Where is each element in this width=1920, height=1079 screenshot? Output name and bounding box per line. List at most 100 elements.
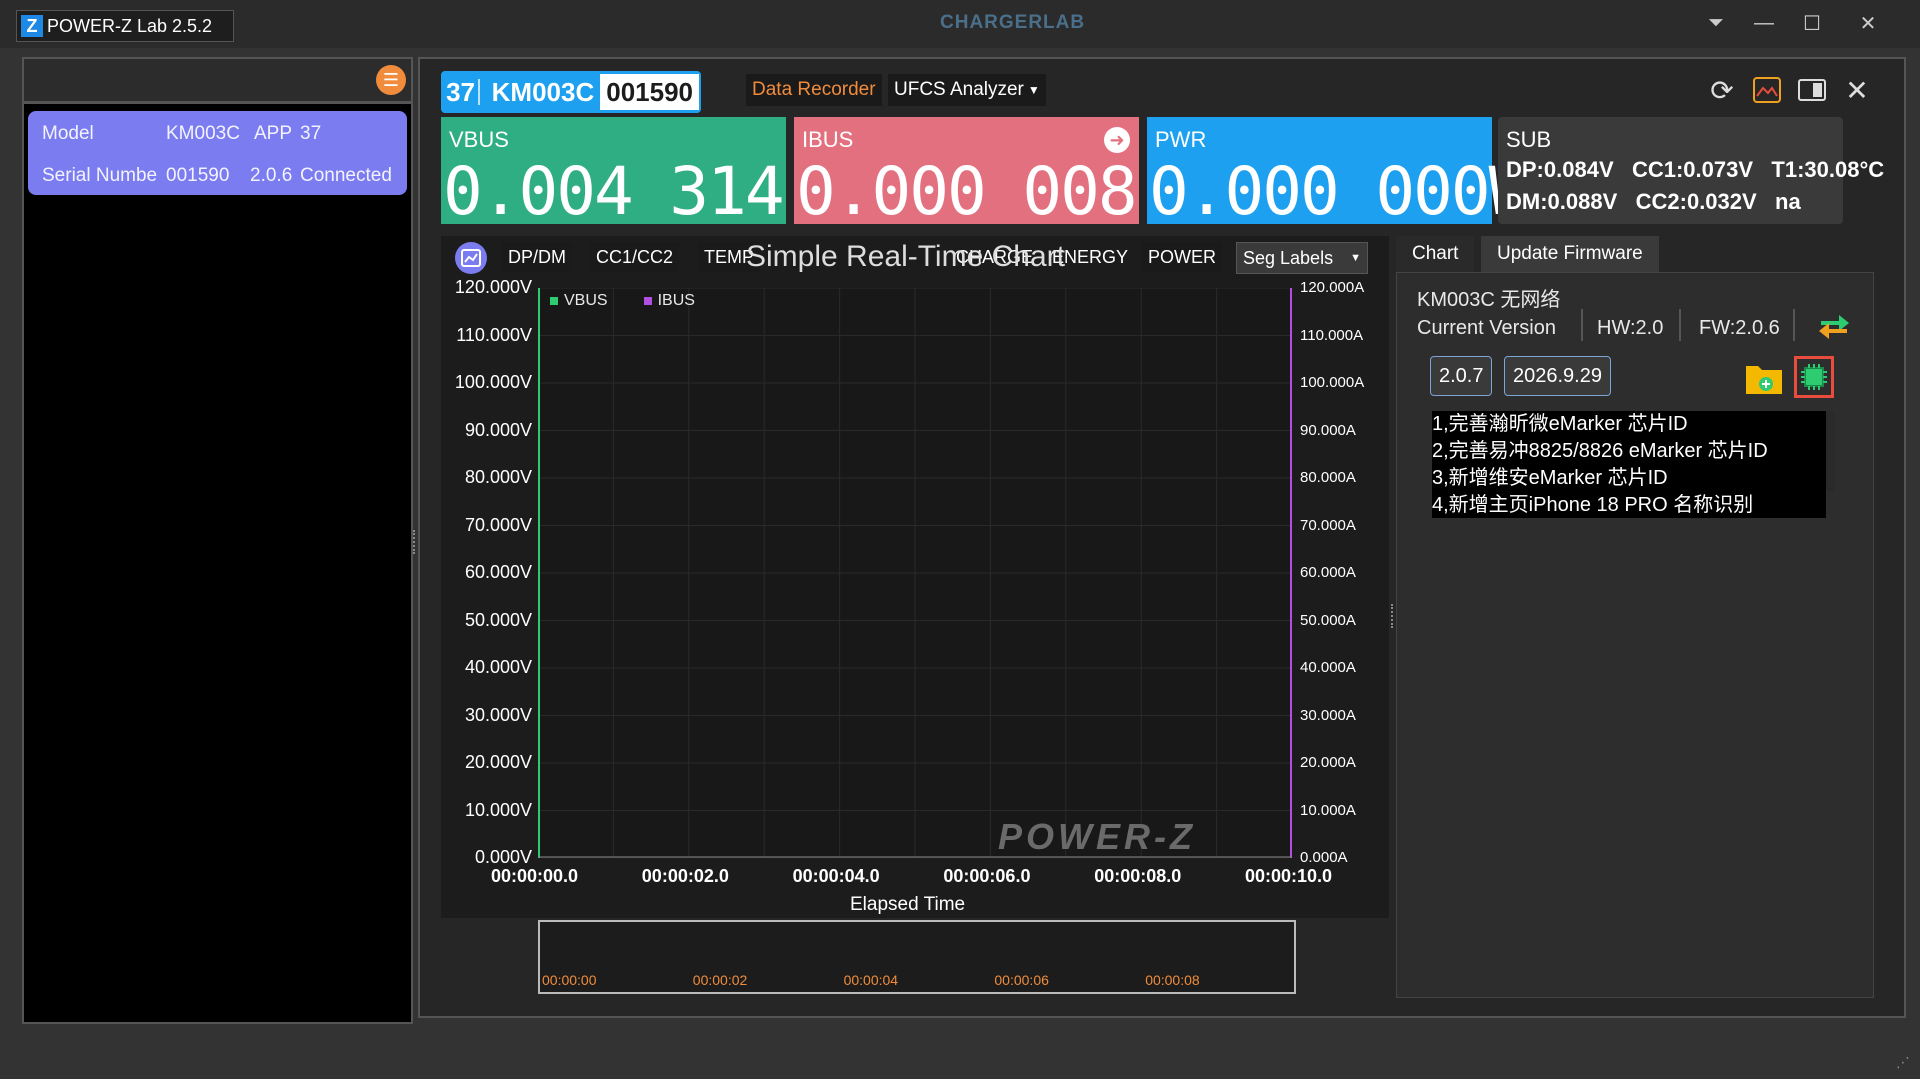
y-tick-left: 110.000V — [456, 324, 532, 345]
y-tick-right: 60.000A — [1300, 564, 1356, 581]
release-note-item: 4,新增主页iPhone 18 PRO 名称识别 — [1432, 494, 1754, 516]
overview-tick: 00:00:08 — [1145, 972, 1200, 988]
device-network-status: KM003C 无网络 — [1417, 289, 1561, 311]
y-tick-left: 20.000V — [464, 752, 532, 772]
x-tick: 00:00:06.0 — [943, 866, 1031, 886]
open-firmware-file-button[interactable] — [1744, 358, 1784, 396]
serial-value: 001590 — [166, 165, 230, 186]
y-tick-right: 10.000A — [1300, 801, 1356, 819]
arrow-right-icon: ➜ — [1109, 129, 1125, 150]
layout-toggle-button[interactable] — [1794, 72, 1830, 108]
na-value: na — [1775, 189, 1801, 214]
dropdown-menu-button[interactable]: ⏷ — [1696, 8, 1736, 38]
connection-status: Connected — [300, 165, 392, 186]
chart-title: Simple Real-Time Chart — [746, 240, 1065, 273]
minimize-button[interactable]: — — [1744, 8, 1784, 38]
pwr-meter: PWR 0.000 000W — [1147, 117, 1528, 230]
new-firmware-version: 2.0.7 — [1430, 356, 1493, 396]
divider — [1581, 309, 1583, 341]
screenshot-button[interactable] — [1749, 72, 1785, 108]
close-device-button[interactable]: ✕ — [1839, 72, 1875, 108]
release-note-item: 2,完善易冲8825/8826 eMarker 芯片ID — [1432, 440, 1768, 462]
time-overview-scroller[interactable]: 00:00:00 00:00:02 00:00:04 00:00:06 00:00:08 — [538, 920, 1296, 994]
app-label: APP — [254, 123, 293, 144]
overview-tick: 00:00:06 — [994, 972, 1049, 988]
device-tab-app: 37 — [446, 76, 476, 107]
legend-vbus: VBUS — [564, 292, 608, 309]
tab-chart[interactable]: Chart — [1396, 236, 1475, 272]
tab-dpdm[interactable]: DP/DM — [502, 242, 572, 272]
reset-button[interactable]: ⟳ — [1704, 72, 1740, 108]
device-list-button[interactable]: ☰ — [376, 65, 406, 95]
ufcs-analyzer-tab[interactable]: UFCS Analyzer ▼ — [888, 74, 1046, 106]
maximize-button[interactable]: ☐ — [1792, 8, 1832, 38]
tab-update-firmware[interactable]: Update Firmware — [1481, 236, 1659, 274]
list-icon: ☰ — [382, 69, 400, 90]
cc2-value: CC2:0.032V — [1635, 189, 1757, 214]
x-tick: 00:00:08.0 — [1094, 866, 1182, 886]
data-recorder-tab[interactable]: Data Recorder — [746, 74, 882, 106]
y-tick-left: 30.000V — [464, 704, 532, 725]
sub-label: SUB — [1506, 127, 1552, 152]
release-note-item: 3,新增维安eMarker 芯片ID — [1432, 467, 1668, 489]
app-value: 37 — [300, 123, 322, 144]
x-tick: 00:00:02.0 — [641, 866, 729, 886]
vbus-label: VBUS — [449, 127, 509, 152]
close-icon: ✕ — [1845, 74, 1869, 106]
y-tick-right: 0.000A — [1300, 849, 1348, 866]
image-icon — [1753, 77, 1781, 103]
panel-layout-icon — [1798, 79, 1826, 101]
device-tab-model: KM003C — [491, 76, 595, 107]
y-tick-right: 110.000A — [1300, 326, 1364, 344]
y-tick-left: 50.000V — [464, 609, 532, 630]
release-notes-scrollbar[interactable] — [1826, 411, 1834, 491]
switch-version-button[interactable] — [1817, 311, 1851, 341]
divider — [1679, 309, 1681, 341]
pwr-label: PWR — [1155, 127, 1207, 152]
vbus-meter: VBUS 0.004 314 V — [441, 117, 860, 230]
power-z-watermark: POWER-Z — [998, 816, 1196, 857]
app-title-tag: Z POWER-Z Lab 2.5.2 — [16, 10, 234, 42]
legend-ibus-swatch — [643, 297, 652, 305]
sub-line-1: DP:0.084V CC1:0.073V T1:30.08°C — [1506, 157, 1884, 183]
resize-grip-icon[interactable]: ⋰ — [1896, 1054, 1914, 1072]
ibus-meter: IBUS ➜ 0.000 008 A — [794, 117, 1213, 230]
chevron-down-icon: ⏷ — [1708, 11, 1724, 34]
overview-tick: 00:00:04 — [843, 972, 899, 988]
y-tick-left: 90.000V — [464, 419, 532, 440]
y-tick-left: 40.000V — [464, 657, 532, 677]
y-tick-left: 100.000V — [454, 372, 532, 392]
pwr-value: 0.000 000W — [1149, 153, 1528, 230]
hw-version: HW:2.0 — [1597, 317, 1664, 339]
divider — [1793, 309, 1795, 341]
new-firmware-date: 2026.9.29 — [1504, 356, 1611, 396]
ibus-direction-button[interactable]: ➜ — [1104, 127, 1130, 153]
plot-area[interactable]: VBUS IBUS POWER-Z — [538, 288, 1292, 858]
cc1-value: CC1:0.073V — [1631, 157, 1754, 182]
chevron-down-icon: ▼ — [1350, 252, 1361, 264]
chart-mode-button[interactable] — [455, 242, 487, 274]
model-label: Model — [42, 123, 94, 144]
serial-label: Serial Numbe — [42, 165, 158, 186]
swap-arrows-icon — [1819, 315, 1849, 339]
seg-labels-dropdown[interactable]: Seg Labels ▼ — [1236, 242, 1368, 274]
device-list-panel: ☰ Model KM003C APP 37 Serial Numbe 00159… — [22, 57, 413, 1024]
y-tick-right: 90.000A — [1300, 421, 1356, 439]
chip-icon — [1801, 364, 1827, 390]
device-tab[interactable]: 37 KM003C 001590 — [441, 71, 701, 113]
tab-cc1cc2[interactable]: CC1/CC2 — [590, 242, 680, 272]
dp-value: DP:0.084V — [1506, 157, 1614, 182]
brand-logo: CHARGERLAB — [940, 12, 1086, 33]
y-tick-left: 70.000V — [464, 514, 532, 535]
chevron-down-icon: ▼ — [1027, 83, 1040, 97]
legend-ibus: IBUS — [657, 292, 695, 309]
release-notes: 1,完善瀚昕微eMarker 芯片ID 2,完善易冲8825/8826 eMar… — [1432, 411, 1826, 518]
tab-power[interactable]: POWER — [1142, 242, 1223, 272]
device-card[interactable]: Model KM003C APP 37 Serial Numbe 001590 … — [28, 111, 407, 195]
app-title: POWER-Z Lab 2.5.2 — [47, 15, 213, 36]
close-window-button[interactable]: ✕ — [1848, 8, 1888, 38]
flash-firmware-button[interactable] — [1794, 356, 1834, 398]
folder-add-icon — [1746, 366, 1782, 394]
sub-line-2: DM:0.088V CC2:0.032V na — [1506, 189, 1801, 215]
firmware-value: 2.0.6 — [250, 165, 293, 186]
